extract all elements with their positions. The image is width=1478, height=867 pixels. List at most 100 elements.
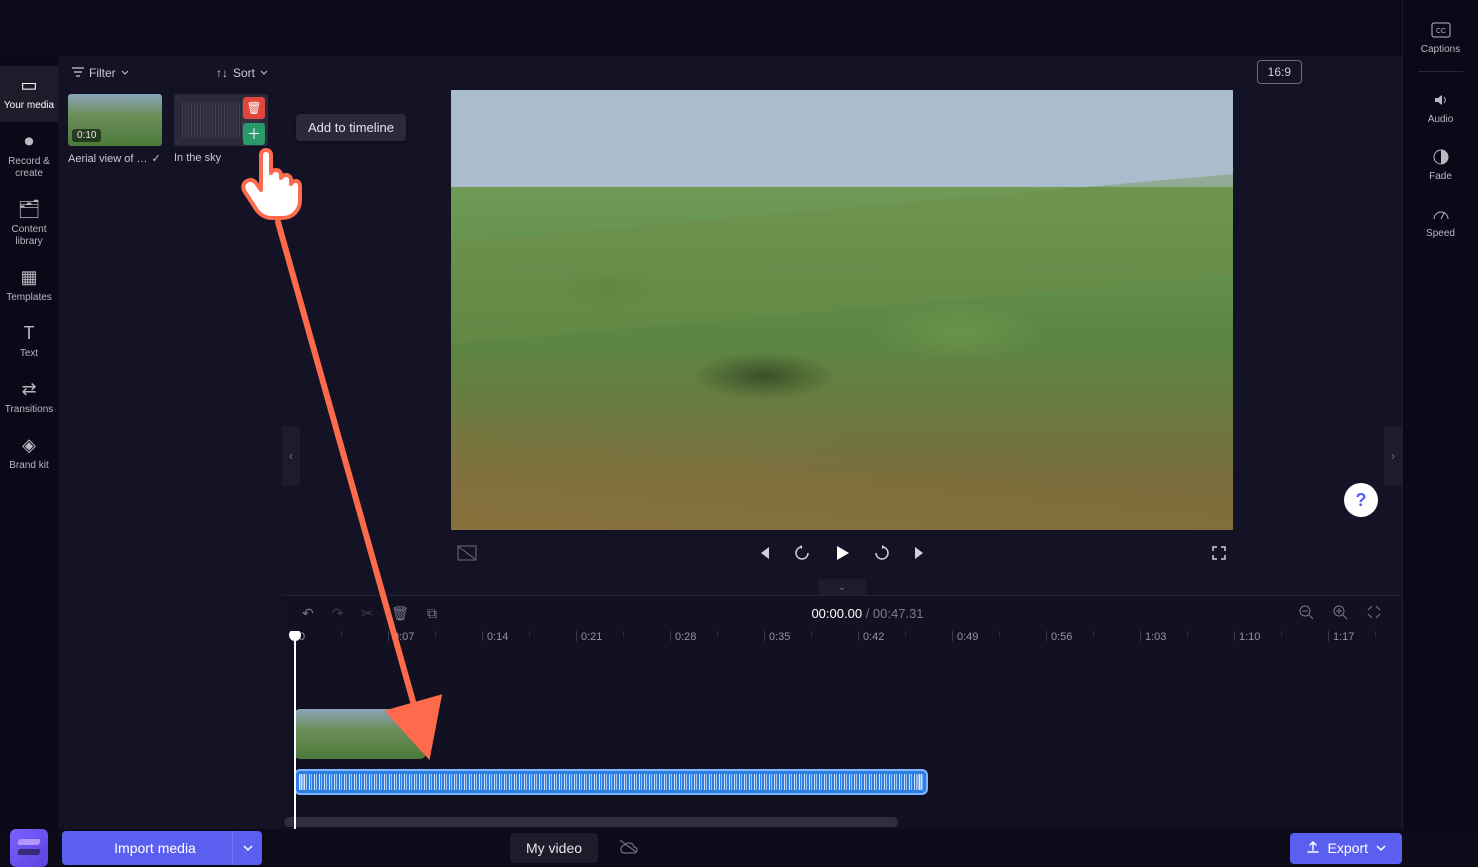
export-button[interactable]: Export — [1290, 833, 1402, 864]
ruler-tick-minor — [1093, 631, 1098, 637]
zoom-out-button[interactable] — [1298, 604, 1314, 623]
ruler-tick-minor — [999, 631, 1004, 637]
timeline[interactable]: 00:070:140:210:280:350:420:490:561:031:1… — [282, 631, 1402, 829]
nav-templates[interactable]: ▦ Templates — [0, 258, 58, 314]
clip-handle-left[interactable] — [299, 774, 305, 790]
ruler-tick-minor — [1281, 631, 1286, 637]
brand-kit-icon: ◈ — [22, 436, 36, 456]
nav-captions[interactable]: CC Captions — [1403, 10, 1478, 65]
ruler-tick: 1:03 — [1140, 631, 1166, 641]
fullscreen-button[interactable] — [1211, 548, 1227, 565]
import-media-label: Import media — [114, 840, 196, 856]
timeline-ruler[interactable]: 00:070:140:210:280:350:420:490:561:031:1… — [282, 631, 1402, 659]
ruler-tick-minor — [341, 631, 346, 637]
zoom-in-button[interactable] — [1332, 604, 1348, 623]
ruler-tick: 0:56 — [1046, 631, 1072, 641]
record-icon: ⏺ — [25, 132, 34, 152]
ruler-tick-minor — [811, 631, 816, 637]
media-thumbnail[interactable]: 🗑 ＋ — [174, 94, 268, 146]
add-to-timeline-tooltip: Add to timeline — [296, 114, 406, 141]
nav-transitions[interactable]: ⇄ Transitions — [0, 370, 58, 426]
audio-clip[interactable] — [294, 769, 928, 795]
playhead[interactable] — [294, 631, 296, 829]
nav-record-create[interactable]: ⏺ Record & create — [0, 122, 58, 190]
collapse-right-panel[interactable]: › — [1384, 426, 1402, 486]
timeline-scrollbar[interactable] — [284, 817, 1400, 827]
safe-zone-icon[interactable] — [457, 548, 477, 565]
transitions-icon: ⇄ — [21, 380, 36, 400]
import-media-dropdown[interactable] — [232, 831, 262, 865]
ruler-tick-minor — [717, 631, 722, 637]
ruler-tick: 0:42 — [858, 631, 884, 641]
redo-button[interactable]: ↷ — [332, 605, 344, 622]
clip-handle-right[interactable] — [917, 774, 923, 790]
media-duration-badge: 0:10 — [72, 129, 101, 142]
timeline-toolbar: ↶ ↷ ✂ 🗑 ⧉ 00:00.00 / 00:47.31 — [282, 595, 1402, 631]
video-preview[interactable] — [451, 90, 1233, 530]
filter-button[interactable]: Filter — [68, 64, 133, 82]
media-item-video[interactable]: 0:10 Aerial view of … ✓ — [68, 94, 162, 165]
ruler-tick-minor — [905, 631, 910, 637]
ruler-tick: 1:10 — [1234, 631, 1260, 641]
ruler-tick: 0:21 — [576, 631, 602, 641]
skip-end-button[interactable] — [913, 545, 929, 566]
collapse-left-panel[interactable]: ‹ — [282, 426, 300, 486]
upload-icon — [1306, 840, 1320, 857]
ruler-tick-minor — [623, 631, 628, 637]
ruler-tick-minor — [529, 631, 534, 637]
video-clip[interactable] — [294, 709, 426, 759]
nav-content-library[interactable]: 🗂 Content library — [0, 190, 58, 258]
timeline-timecode: 00:00.00 / 00:47.31 — [455, 606, 1280, 621]
filter-icon — [72, 66, 84, 80]
split-button[interactable]: ✂ — [361, 605, 373, 622]
cloud-off-icon — [618, 838, 638, 859]
ruler-tick: 1:17 — [1328, 631, 1354, 641]
delete-media-button[interactable]: 🗑 — [243, 97, 265, 119]
ruler-tick: 0:28 — [670, 631, 696, 641]
trash-icon: 🗑 — [246, 101, 261, 115]
plus-icon: ＋ — [247, 124, 261, 144]
ruler-tick-minor — [1375, 631, 1380, 637]
right-sidebar: CC Captions Audio Fade Speed — [1402, 0, 1478, 829]
nav-your-media[interactable]: ▭ Your media — [0, 66, 58, 122]
cursor-annotation — [238, 142, 308, 227]
aspect-ratio-button[interactable]: 16:9 — [1257, 60, 1302, 84]
captions-icon: CC — [1431, 20, 1451, 40]
rewind-button[interactable] — [793, 544, 811, 567]
left-sidebar: ▭ Your media ⏺ Record & create 🗂 Content… — [0, 56, 58, 829]
media-item-name: Aerial view of … — [68, 153, 147, 165]
ruler-tick: 0:07 — [388, 631, 414, 641]
help-button[interactable]: ? — [1344, 483, 1378, 517]
zoom-fit-button[interactable] — [1366, 604, 1382, 623]
import-media-button[interactable]: Import media — [62, 831, 262, 865]
nav-brand-kit[interactable]: ◈ Brand kit — [0, 426, 58, 482]
nav-audio[interactable]: Audio — [1403, 80, 1478, 135]
duplicate-button[interactable]: ⧉ — [427, 605, 437, 622]
skip-start-button[interactable] — [755, 545, 771, 566]
nav-text[interactable]: T Text — [0, 314, 58, 370]
app-logo[interactable] — [10, 829, 48, 867]
media-item-name: In the sky — [174, 152, 221, 164]
delete-clip-button[interactable]: 🗑 — [391, 605, 409, 622]
chevron-down-icon — [260, 66, 268, 80]
sort-icon: ↑↓ — [216, 66, 228, 80]
media-thumbnail[interactable]: 0:10 — [68, 94, 162, 146]
forward-button[interactable] — [873, 544, 891, 567]
collapse-timeline-button[interactable]: ⌄ — [818, 579, 866, 595]
scrollbar-thumb[interactable] — [284, 817, 898, 827]
text-icon: T — [24, 324, 35, 344]
library-icon: 🗂 — [18, 200, 41, 220]
nav-speed[interactable]: Speed — [1403, 194, 1478, 249]
play-button[interactable] — [833, 544, 851, 567]
undo-button[interactable]: ↶ — [302, 605, 314, 622]
sort-button[interactable]: ↑↓ Sort — [212, 64, 272, 82]
fade-icon — [1432, 147, 1450, 167]
ruler-tick-minor — [435, 631, 440, 637]
nav-fade[interactable]: Fade — [1403, 137, 1478, 192]
ruler-tick-minor — [1187, 631, 1192, 637]
ruler-tick: 0:49 — [952, 631, 978, 641]
chevron-down-icon — [121, 66, 129, 80]
media-icon: ▭ — [20, 76, 37, 96]
templates-icon: ▦ — [20, 268, 37, 288]
project-title-button[interactable]: My video — [510, 833, 598, 863]
